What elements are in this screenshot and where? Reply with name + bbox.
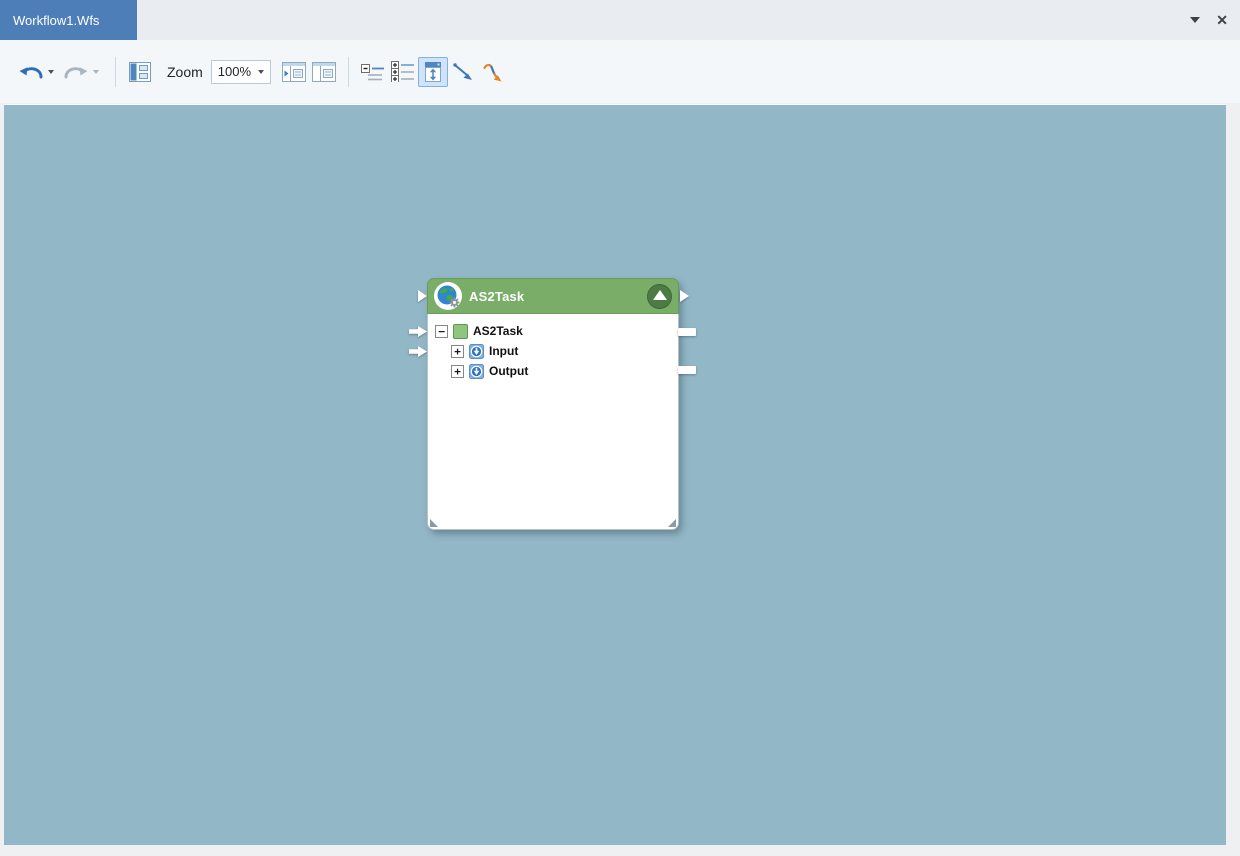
zoom-dropdown-icon — [258, 69, 265, 74]
node-header[interactable]: AS2Task — [427, 278, 679, 314]
tree-row-input[interactable]: + Input — [428, 341, 678, 361]
curved-connector-button[interactable] — [478, 57, 508, 87]
panel-arrow-icon — [282, 61, 307, 82]
as2task-node[interactable]: AS2Task − AS2Task + Input + Output — [409, 278, 696, 530]
page-setup-button[interactable] — [125, 57, 155, 87]
node-collapse-button[interactable] — [647, 283, 672, 309]
bar-connector-icon — [678, 328, 696, 336]
tree-row-output[interactable]: + Output — [428, 361, 678, 381]
resize-grip-bottom-right[interactable] — [668, 519, 676, 527]
expand-expander-icon[interactable]: + — [451, 364, 464, 378]
bar-connector-icon — [678, 366, 696, 374]
close-icon[interactable]: ✕ — [1216, 13, 1228, 27]
tab-list-dropdown-icon[interactable] — [1190, 17, 1201, 23]
node-body: − AS2Task + Input + Output — [427, 314, 679, 530]
workflow-canvas[interactable]: AS2Task − AS2Task + Input + Output — [4, 104, 1226, 845]
tab-title: Workflow1.Wfs — [13, 12, 100, 28]
input-row-port[interactable] — [409, 346, 427, 357]
tree-label[interactable]: Output — [489, 364, 528, 378]
show-parameters-panel-button[interactable] — [279, 57, 309, 87]
collapse-all-button[interactable] — [358, 57, 388, 87]
tab-workflow1[interactable]: Workflow1.Wfs — [0, 0, 137, 40]
resize-grip-bottom-left[interactable] — [430, 519, 438, 527]
arrow-right-icon — [680, 290, 689, 302]
zoom-select[interactable]: 100% — [210, 59, 272, 84]
node-flow-in-port[interactable] — [418, 290, 427, 302]
output-row-port[interactable] — [678, 366, 696, 374]
straight-connector-button[interactable] — [448, 57, 478, 87]
toolbar-separator — [348, 56, 350, 87]
tree-label[interactable]: AS2Task — [473, 324, 523, 338]
node-title: AS2Task — [469, 288, 525, 304]
expand-all-icon — [391, 61, 415, 82]
collapse-expander-icon[interactable]: − — [435, 324, 448, 338]
as2task-input-port[interactable] — [409, 326, 427, 337]
expand-expander-icon[interactable]: + — [451, 344, 464, 358]
undo-dropdown-icon[interactable] — [48, 69, 54, 74]
document-tab-bar: Workflow1.Wfs ✕ — [0, 0, 1240, 40]
redo-icon — [64, 66, 88, 78]
auto-size-button[interactable] — [418, 56, 449, 87]
arrow-right-icon — [418, 290, 427, 302]
curved-connector-icon — [483, 63, 502, 81]
zoom-value: 100% — [217, 64, 252, 79]
tree-row-as2task[interactable]: − AS2Task — [428, 321, 678, 341]
parameter-icon — [469, 363, 484, 379]
canvas-frame: AS2Task − AS2Task + Input + Output — [0, 103, 1240, 856]
collapse-all-icon — [361, 63, 385, 80]
triangle-up-icon — [652, 290, 667, 300]
tab-bar-controls: ✕ — [1190, 0, 1240, 40]
zoom-label: Zoom — [167, 63, 203, 80]
auto-size-icon — [425, 61, 442, 82]
undo-icon — [19, 66, 43, 78]
as2task-output-port[interactable] — [678, 328, 696, 336]
redo-button[interactable] — [61, 57, 91, 87]
toolbar-separator — [115, 56, 116, 87]
tree-label[interactable]: Input — [489, 344, 518, 358]
arrow-right-icon — [409, 346, 427, 357]
panel-icon — [312, 61, 337, 82]
page-layout-icon — [129, 61, 151, 82]
undo-button[interactable] — [16, 57, 46, 87]
task-square-icon — [453, 323, 468, 339]
redo-dropdown-icon[interactable] — [93, 69, 99, 74]
straight-connector-icon — [453, 62, 473, 80]
arrow-right-icon — [409, 326, 427, 337]
node-flow-out-port[interactable] — [680, 290, 689, 302]
parameter-icon — [469, 343, 484, 359]
as2task-globe-gear-icon — [434, 282, 462, 310]
hide-parameters-panel-button[interactable] — [309, 57, 339, 87]
designer-toolbar: Zoom 100% — [0, 40, 1240, 103]
expand-all-button[interactable] — [388, 57, 418, 87]
